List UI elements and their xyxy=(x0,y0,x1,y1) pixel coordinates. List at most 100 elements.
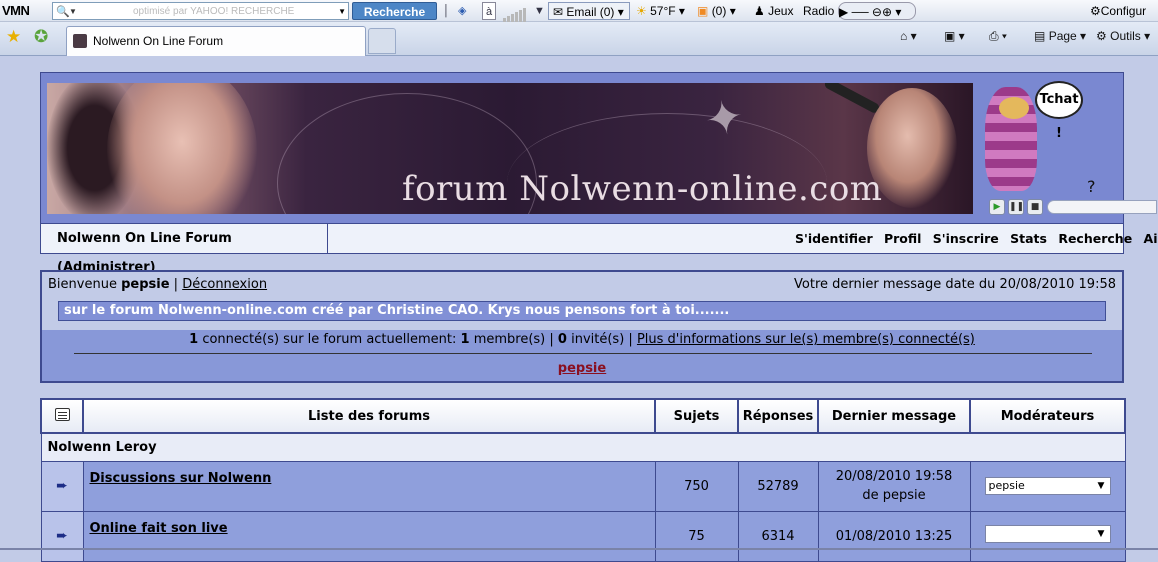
toolbar-separator-icon: │ xyxy=(443,5,450,17)
online-user-link[interactable]: pepsie xyxy=(42,361,1122,376)
gear-icon: ⚙ xyxy=(1096,29,1107,43)
forum-link[interactable]: Discussions sur Nolwenn xyxy=(90,471,272,486)
nav-register[interactable]: S'inscrire xyxy=(933,231,999,246)
nav-help[interactable]: Aide xyxy=(1144,231,1158,246)
search-dropdown-icon[interactable]: ▼ xyxy=(338,3,346,21)
nav-links: S'identifier Profil S'inscrire Stats Rec… xyxy=(795,224,1158,253)
rss-icon: ▣ xyxy=(697,4,709,18)
accent-icon[interactable]: à xyxy=(482,2,497,20)
pause-icon[interactable]: ❚❚ xyxy=(1008,199,1024,215)
banner-image[interactable]: ✦ forum Nolwenn-online.com xyxy=(47,83,973,214)
online-details-link[interactable]: Plus d'informations sur le(s) membre(s) … xyxy=(637,332,975,347)
cheshire-cat-icon xyxy=(985,87,1037,191)
play-icon[interactable]: ▶ xyxy=(989,199,1005,215)
forum-navbar: Nolwenn On Line Forum (Administrer) S'id… xyxy=(40,224,1158,275)
page-menu[interactable]: ▤ Page ▾ xyxy=(1034,29,1086,43)
table-header-row: Liste des forums Sujets Réponses Dernier… xyxy=(40,398,1126,434)
rss-count: (0) xyxy=(711,4,727,18)
search-button[interactable]: Recherche xyxy=(352,2,437,20)
search-placeholder: optimisé par YAHOO! RECHERCHE xyxy=(133,6,295,17)
last-message-author[interactable]: de pepsie xyxy=(862,488,925,503)
sun-icon: ☀ xyxy=(636,4,647,18)
rss-button[interactable]: ▣ (0) ▾ xyxy=(697,2,736,20)
forum-replies: 6314 xyxy=(737,510,819,562)
stop-icon[interactable]: ■ xyxy=(1027,199,1043,215)
header-replies: Réponses xyxy=(737,398,819,434)
configure-label: Configur xyxy=(1100,4,1147,18)
chat-button[interactable]: Tchat ! xyxy=(1035,81,1083,141)
last-message-date: Votre dernier message date du 20/08/2010… xyxy=(794,277,1116,292)
welcome-line: Bienvenue pepsie | Déconnexion xyxy=(48,277,268,292)
print-icon[interactable]: ⎙ ▾ xyxy=(989,29,1007,44)
divider xyxy=(74,353,1092,354)
games-label: Jeux xyxy=(768,4,794,18)
favorites-star-icon[interactable]: ★ xyxy=(6,27,21,47)
vmn-logo[interactable]: VMN xyxy=(2,2,30,20)
chat-widget: Tchat ! ? ▶ ❚❚ ■ xyxy=(979,73,1157,224)
tools-menu-label: Outils xyxy=(1110,29,1141,43)
toolbar-search-input[interactable]: 🔍 ▼ optimisé par YAHOO! RECHERCHE ▼ xyxy=(52,2,349,20)
online-stats: 1 connecté(s) sur le forum actuellement:… xyxy=(42,330,1122,381)
forum-arrow-icon: ➨ xyxy=(40,460,84,512)
table-header-icon xyxy=(40,398,84,434)
nav-login[interactable]: S'identifier xyxy=(795,231,873,246)
forum-header: ✦ forum Nolwenn-online.com Tchat ! ? ▶ ❚… xyxy=(40,72,1157,224)
category-row: Nolwenn Leroy xyxy=(40,432,1126,462)
last-message-date: 01/08/2010 13:25 xyxy=(835,528,953,544)
feeds-icon[interactable]: ▣ ▾ xyxy=(944,29,965,43)
current-username: pepsie xyxy=(121,277,170,292)
header-topics: Sujets xyxy=(654,398,739,434)
swallow-icon: ✦ xyxy=(700,88,748,148)
logout-link[interactable]: Déconnexion xyxy=(182,277,267,292)
banner-title: forum Nolwenn-online.com xyxy=(402,169,883,209)
moderator-select[interactable]: pepsie ▼ xyxy=(984,477,1111,495)
welcome-panel: Bienvenue pepsie | Déconnexion Votre der… xyxy=(40,270,1124,383)
help-mark: ? xyxy=(1087,177,1096,196)
header-last-message: Dernier message xyxy=(817,398,971,434)
table-row: ➨ Discussions sur Nolwenn 750 52789 20/0… xyxy=(40,460,1126,512)
header-moderators: Modérateurs xyxy=(969,398,1126,434)
player-progress-bar[interactable] xyxy=(1047,200,1157,214)
tab-title: Nolwenn On Line Forum xyxy=(93,34,224,48)
games-button[interactable]: ♟ Jeux xyxy=(754,2,793,20)
topic-list-icon xyxy=(54,407,70,421)
site-title: Nolwenn On Line Forum (Administrer) xyxy=(41,224,328,275)
ie-tab-bar: ★ ✪ Nolwenn On Line Forum ⌂ ▾ ▣ ▾ ⎙ ▾ ▤ … xyxy=(0,22,1158,56)
add-favorite-icon[interactable]: ✪ xyxy=(34,27,48,47)
signal-icon[interactable] xyxy=(503,4,527,22)
email-button[interactable]: ✉ Email (0) ▾ xyxy=(548,2,630,20)
header-forum-list: Liste des forums xyxy=(82,398,656,434)
home-icon[interactable]: ⌂ ▾ xyxy=(900,29,917,43)
email-label: Email (0) xyxy=(566,5,615,19)
page-icon: ▤ xyxy=(1034,29,1046,43)
chevron-down-icon[interactable]: ▼ xyxy=(69,3,77,21)
forum-list-table: Liste des forums Sujets Réponses Dernier… xyxy=(40,398,1126,562)
forum-arrow-icon: ➨ xyxy=(40,510,84,562)
joystick-icon: ♟ xyxy=(754,4,765,18)
nav-stats[interactable]: Stats xyxy=(1010,231,1047,246)
chevron-down-icon[interactable]: ▼ xyxy=(534,2,545,20)
nav-search[interactable]: Recherche xyxy=(1058,231,1132,246)
weather-label: 57°F xyxy=(650,4,676,18)
table-row: ➨ Online fait son live 75 6314 01/08/201… xyxy=(40,510,1126,562)
tab-nolwenn-forum[interactable]: Nolwenn On Line Forum xyxy=(66,26,366,56)
forum-link[interactable]: Online fait son live xyxy=(90,521,228,536)
chevron-down-icon: ▼ xyxy=(1092,526,1110,542)
tools-menu[interactable]: ⚙ Outils ▾ xyxy=(1096,29,1150,43)
radio-player-control[interactable]: ▶ ── ⊖⊕ ▾ xyxy=(838,2,916,20)
new-tab-button[interactable] xyxy=(368,28,396,54)
moderator-select[interactable]: ▼ xyxy=(984,525,1111,543)
ie-toolbar-top: VMN 🔍 ▼ optimisé par YAHOO! RECHERCHE ▼ … xyxy=(0,0,1158,22)
configure-button[interactable]: ⚙Configur xyxy=(1090,2,1146,20)
forum-topics: 75 xyxy=(654,510,739,562)
announcement-marquee: sur le forum Nolwenn-online.com créé par… xyxy=(58,301,1106,321)
search-icon: 🔍 xyxy=(56,6,70,18)
nav-profile[interactable]: Profil xyxy=(884,231,921,246)
radio-label[interactable]: Radio xyxy=(803,2,834,20)
chevron-down-icon: ▼ xyxy=(1092,478,1110,494)
weather-button[interactable]: ☀ 57°F ▾ xyxy=(636,2,685,20)
shield-icon[interactable]: ◈ xyxy=(458,2,466,20)
last-message-date: 20/08/2010 19:58 xyxy=(835,469,953,484)
forum-topics: 750 xyxy=(654,460,739,512)
category-title[interactable]: Nolwenn Leroy xyxy=(40,432,1126,462)
